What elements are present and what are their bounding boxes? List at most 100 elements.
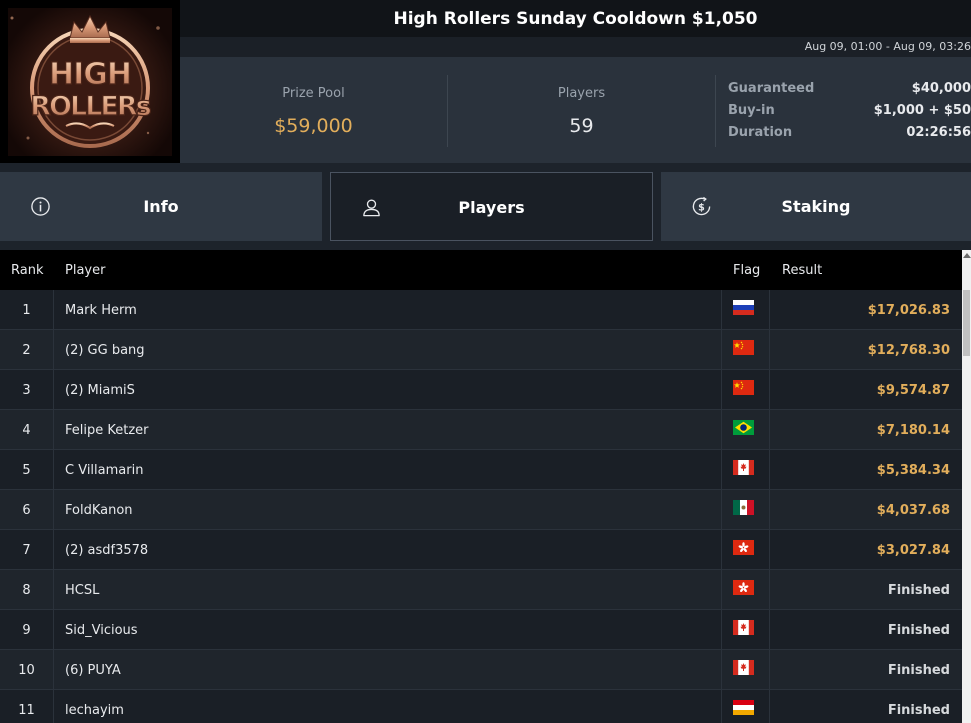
table-row[interactable]: 11 lechayim Finished bbox=[0, 690, 962, 723]
table-row[interactable]: 7 (2) asdf3578 $3,027.84 bbox=[0, 530, 962, 570]
column-divider bbox=[769, 370, 770, 410]
result-cell: Finished bbox=[887, 663, 950, 678]
rank-cell: 4 bbox=[22, 423, 31, 438]
stats-panel: Prize Pool $59,000 Players 59 Guaranteed… bbox=[180, 57, 971, 163]
tab-info-label: Info bbox=[143, 197, 179, 216]
tab-staking-label: Staking bbox=[781, 197, 851, 216]
player-name[interactable]: Mark Herm bbox=[65, 303, 137, 318]
prize-pool-stat: Prize Pool $59,000 bbox=[180, 57, 447, 163]
canada-flag-icon bbox=[733, 620, 754, 635]
column-divider bbox=[769, 410, 770, 450]
tab-players-label: Players bbox=[458, 198, 525, 217]
player-name[interactable]: (6) PUYA bbox=[65, 663, 121, 678]
divider bbox=[715, 75, 716, 147]
column-divider bbox=[53, 330, 54, 370]
column-header-result[interactable]: Result bbox=[782, 263, 822, 278]
china-flag-icon bbox=[733, 380, 754, 395]
result-cell: $17,026.83 bbox=[867, 303, 950, 318]
china-flag-icon bbox=[733, 340, 754, 355]
hong-kong-flag-icon bbox=[733, 580, 754, 595]
duration-value: 02:26:56 bbox=[906, 125, 971, 140]
column-divider bbox=[769, 450, 770, 490]
column-divider bbox=[53, 610, 54, 650]
tab-staking[interactable]: $ Staking bbox=[661, 172, 971, 241]
column-divider bbox=[721, 370, 722, 410]
column-divider bbox=[769, 290, 770, 330]
buyin-label: Buy-in bbox=[728, 103, 775, 118]
tournament-title: High Rollers Sunday Cooldown $1,050 bbox=[393, 9, 758, 29]
column-header-player[interactable]: Player bbox=[65, 263, 105, 278]
column-divider bbox=[769, 490, 770, 530]
column-divider bbox=[53, 650, 54, 690]
guaranteed-value: $40,000 bbox=[911, 81, 971, 96]
players-value: 59 bbox=[569, 115, 594, 137]
table-row[interactable]: 2 (2) GG bang $12,768.30 bbox=[0, 330, 962, 370]
table-row[interactable]: 6 FoldKanon $4,037.68 bbox=[0, 490, 962, 530]
table-row[interactable]: 9 Sid_Vicious Finished bbox=[0, 610, 962, 650]
column-divider bbox=[769, 530, 770, 570]
logo-text-rollers: ROLLERs bbox=[30, 91, 150, 122]
player-name[interactable]: (2) GG bang bbox=[65, 343, 145, 358]
tab-players[interactable]: Players bbox=[330, 172, 653, 241]
column-divider bbox=[53, 290, 54, 330]
player-name[interactable]: (2) asdf3578 bbox=[65, 543, 148, 558]
column-divider bbox=[721, 450, 722, 490]
player-name[interactable]: C Villamarin bbox=[65, 463, 143, 478]
result-cell: Finished bbox=[887, 623, 950, 638]
column-divider bbox=[53, 690, 54, 723]
column-divider bbox=[721, 290, 722, 330]
column-header-rank[interactable]: Rank bbox=[11, 263, 43, 278]
canada-flag-icon bbox=[733, 460, 754, 475]
players-label: Players bbox=[557, 86, 606, 101]
player-name[interactable]: FoldKanon bbox=[65, 503, 133, 518]
column-divider bbox=[53, 570, 54, 610]
table-row[interactable]: 10 (6) PUYA Finished bbox=[0, 650, 962, 690]
title-bar: High Rollers Sunday Cooldown $1,050 bbox=[180, 0, 971, 37]
player-name[interactable]: Sid_Vicious bbox=[65, 623, 138, 638]
result-cell: $7,180.14 bbox=[876, 423, 950, 438]
player-name[interactable]: lechayim bbox=[65, 703, 124, 718]
prize-pool-label: Prize Pool bbox=[282, 86, 345, 101]
table-scrollbar[interactable] bbox=[962, 250, 971, 723]
column-header-flag[interactable]: Flag bbox=[733, 263, 760, 278]
column-divider bbox=[721, 410, 722, 450]
column-divider bbox=[53, 490, 54, 530]
result-cell: Finished bbox=[887, 703, 950, 718]
table-row[interactable]: 3 (2) MiamiS $9,574.87 bbox=[0, 370, 962, 410]
tab-info[interactable]: Info bbox=[0, 172, 322, 241]
result-cell: Finished bbox=[887, 583, 950, 598]
column-divider bbox=[53, 410, 54, 450]
tournament-logo: HIGH ROLLERs bbox=[0, 0, 180, 163]
rank-cell: 6 bbox=[22, 503, 31, 518]
column-divider bbox=[721, 610, 722, 650]
tournament-date-range: Aug 09, 01:00 - Aug 09, 03:26 bbox=[804, 40, 971, 53]
column-divider bbox=[721, 650, 722, 690]
rank-cell: 1 bbox=[22, 303, 31, 318]
players-stat: Players 59 bbox=[448, 57, 715, 163]
result-cell: $12,768.30 bbox=[867, 343, 950, 358]
player-name[interactable]: (2) MiamiS bbox=[65, 383, 135, 398]
result-cell: $9,574.87 bbox=[876, 383, 950, 398]
table-row[interactable]: 1 Mark Herm $17,026.83 bbox=[0, 290, 962, 330]
player-name[interactable]: Felipe Ketzer bbox=[65, 423, 149, 438]
table-header: Rank Player Flag Result bbox=[0, 250, 962, 290]
logo-text-high: HIGH bbox=[49, 57, 131, 92]
canada-flag-icon bbox=[733, 660, 754, 675]
scroll-up-arrow-icon[interactable] bbox=[963, 253, 971, 258]
scroll-thumb[interactable] bbox=[963, 290, 970, 356]
rank-cell: 11 bbox=[18, 703, 35, 718]
rank-cell: 3 bbox=[22, 383, 31, 398]
table-row[interactable]: 8 HCSL Finished bbox=[0, 570, 962, 610]
buyin-value: $1,000 + $50 bbox=[873, 103, 971, 118]
player-name[interactable]: HCSL bbox=[65, 583, 99, 598]
rank-cell: 7 bbox=[22, 543, 31, 558]
result-cell: $4,037.68 bbox=[876, 503, 950, 518]
table-row[interactable]: 4 Felipe Ketzer $7,180.14 bbox=[0, 410, 962, 450]
table-row[interactable]: 5 C Villamarin $5,384.34 bbox=[0, 450, 962, 490]
armenia-flag-icon bbox=[733, 700, 754, 715]
date-bar: Aug 09, 01:00 - Aug 09, 03:26 bbox=[180, 37, 971, 57]
column-divider bbox=[769, 650, 770, 690]
column-divider bbox=[53, 530, 54, 570]
rank-cell: 2 bbox=[22, 343, 31, 358]
rank-cell: 8 bbox=[22, 583, 31, 598]
